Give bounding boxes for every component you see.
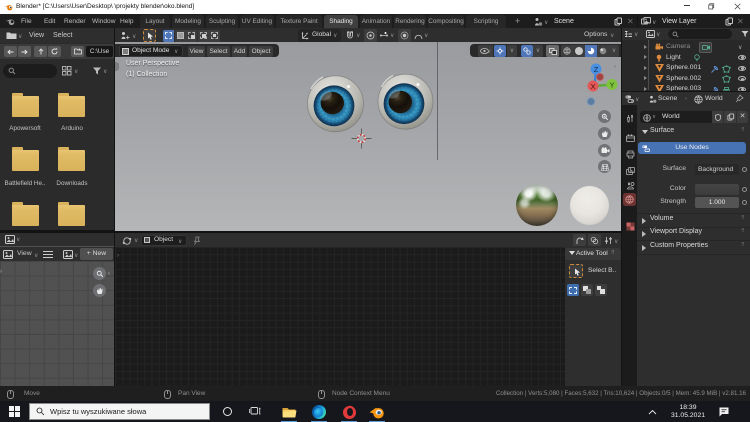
svg-text:Z: Z bbox=[594, 65, 599, 74]
svg-text:Y: Y bbox=[609, 80, 614, 89]
svg-text:X: X bbox=[590, 82, 595, 91]
